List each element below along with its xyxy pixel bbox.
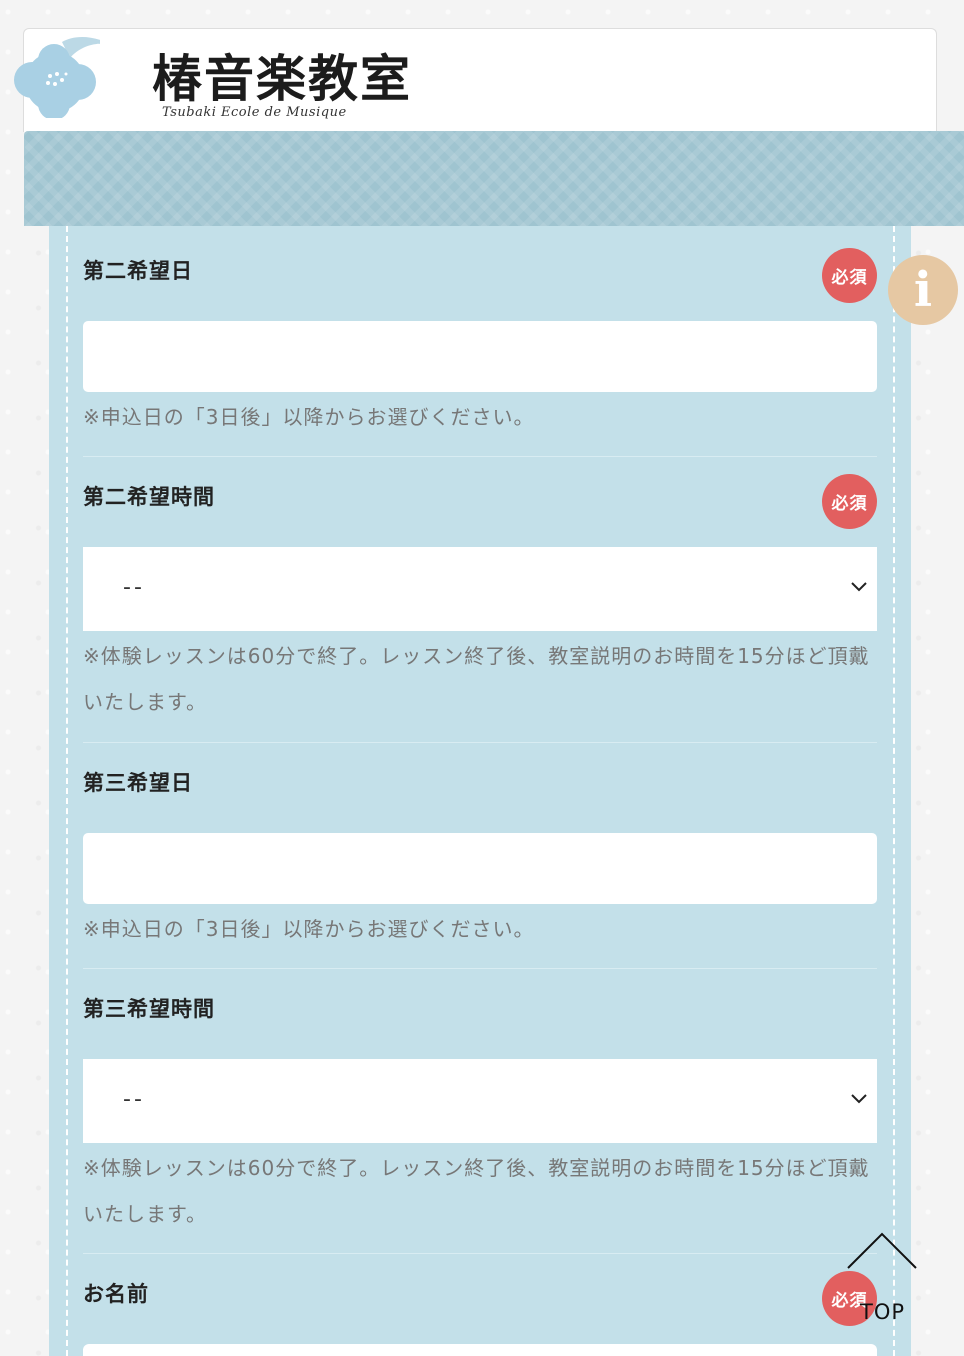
- top-label: TOP: [860, 1300, 906, 1324]
- second-date-input[interactable]: [83, 321, 877, 392]
- select-value: --: [123, 575, 145, 600]
- field-label-name: お名前: [83, 1282, 149, 1306]
- field-divider: [83, 742, 877, 743]
- field-label-third-time: 第三希望時間: [83, 997, 215, 1021]
- field-label-third-date: 第三希望日: [83, 771, 193, 795]
- third-time-select[interactable]: --: [83, 1059, 877, 1143]
- info-button[interactable]: i: [888, 255, 958, 325]
- third-date-input[interactable]: [83, 833, 877, 904]
- panel-dashed-border-right: [893, 226, 895, 1356]
- field-label-second-time: 第二希望時間: [83, 485, 215, 509]
- scroll-top-link[interactable]: TOP: [846, 1230, 918, 1330]
- field-divider: [83, 968, 877, 969]
- second-time-select[interactable]: --: [83, 547, 877, 631]
- panel-dashed-border-left: [66, 226, 68, 1356]
- field-divider: [83, 456, 877, 457]
- logo-title[interactable]: 椿音楽教室: [152, 39, 412, 111]
- chevron-down-icon: [851, 582, 867, 592]
- field-note: ※申込日の「3日後」以降からお選びください。: [83, 917, 535, 941]
- header-banner: [24, 131, 964, 226]
- chevron-down-icon: [851, 1094, 867, 1104]
- field-divider: [83, 1253, 877, 1254]
- camellia-logo-icon[interactable]: [10, 36, 100, 118]
- field-note: ※申込日の「3日後」以降からお選びください。: [83, 405, 535, 429]
- field-note: ※体験レッスンは60分で終了。レッスン終了後、教室説明のお時間を15分ほど頂戴い…: [83, 644, 870, 714]
- name-input[interactable]: [83, 1344, 877, 1356]
- site-header: 椿音楽教室 Tsubaki Ecole de Musique: [23, 28, 937, 132]
- required-badge: 必須: [822, 248, 877, 303]
- field-label-second-date: 第二希望日: [83, 259, 193, 283]
- select-value: --: [123, 1087, 145, 1112]
- chevron-up-icon: [847, 1232, 917, 1269]
- required-badge: 必須: [822, 474, 877, 529]
- logo-subtitle: Tsubaki Ecole de Musique: [162, 105, 347, 120]
- field-note: ※体験レッスンは60分で終了。レッスン終了後、教室説明のお時間を15分ほど頂戴い…: [83, 1156, 870, 1226]
